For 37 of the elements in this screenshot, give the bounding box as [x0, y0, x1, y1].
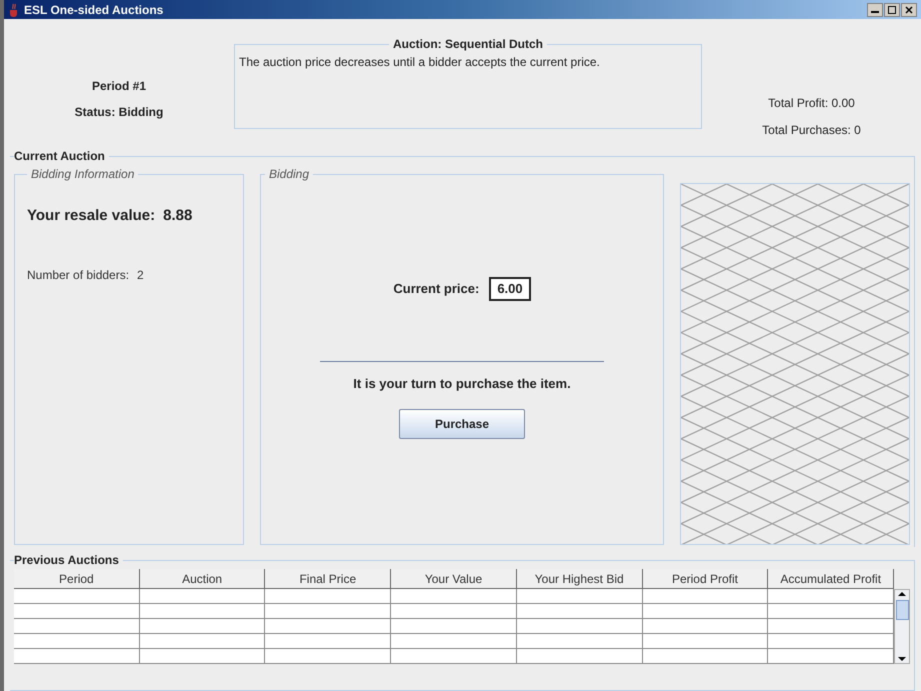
- status-label: Status: Bidding: [74, 104, 164, 121]
- auction-description: The auction price decreases until a bidder accepts the current price.: [239, 54, 601, 71]
- resale-value-label: Your resale value:: [27, 206, 156, 226]
- column-header[interactable]: Auction: [140, 569, 266, 589]
- column-header[interactable]: Your Value: [391, 569, 517, 589]
- total-purchases-label: Total Purchases: 0: [762, 122, 861, 139]
- window-title: ESL One-sided Auctions: [24, 2, 164, 18]
- column-header[interactable]: Final Price: [265, 569, 392, 589]
- scrollbar[interactable]: [894, 589, 910, 664]
- scroll-thumb[interactable]: [896, 600, 908, 620]
- column-header[interactable]: Period Profit: [642, 569, 768, 589]
- coffee-cup-icon: [8, 2, 20, 16]
- group-title: Current Auction: [14, 148, 106, 165]
- purchase-button[interactable]: Purchase: [399, 409, 525, 439]
- auction-type-title: Auction: Sequential Dutch: [392, 36, 544, 53]
- minimize-icon: [871, 11, 879, 13]
- maximize-icon: [888, 6, 896, 14]
- bidders-count: 2: [137, 266, 144, 284]
- maximize-button[interactable]: [884, 2, 900, 16]
- minimize-button[interactable]: [867, 2, 883, 16]
- turn-message: It is your turn to purchase the item.: [353, 374, 571, 393]
- current-price-value: 6.00: [489, 277, 531, 300]
- column-header[interactable]: Accumulated Profit: [768, 569, 894, 589]
- total-profit-label: Total Profit: 0.00: [768, 95, 855, 112]
- group-title: Previous Auctions: [14, 552, 120, 569]
- group-title: Bidding: [268, 166, 310, 183]
- close-button[interactable]: [901, 2, 917, 16]
- current-price-label: Current price:: [393, 280, 480, 298]
- resale-value: 8.88: [163, 206, 192, 226]
- column-header[interactable]: Period: [14, 569, 140, 589]
- scroll-down-icon[interactable]: [897, 655, 907, 663]
- column-header[interactable]: Your Highest Bid: [516, 569, 643, 589]
- bidders-count-label: Number of bidders:: [27, 266, 130, 284]
- group-title: Bidding Information: [30, 166, 136, 183]
- scroll-up-icon[interactable]: [897, 590, 907, 598]
- period-label: Period #1: [92, 78, 146, 95]
- close-icon: [905, 6, 913, 14]
